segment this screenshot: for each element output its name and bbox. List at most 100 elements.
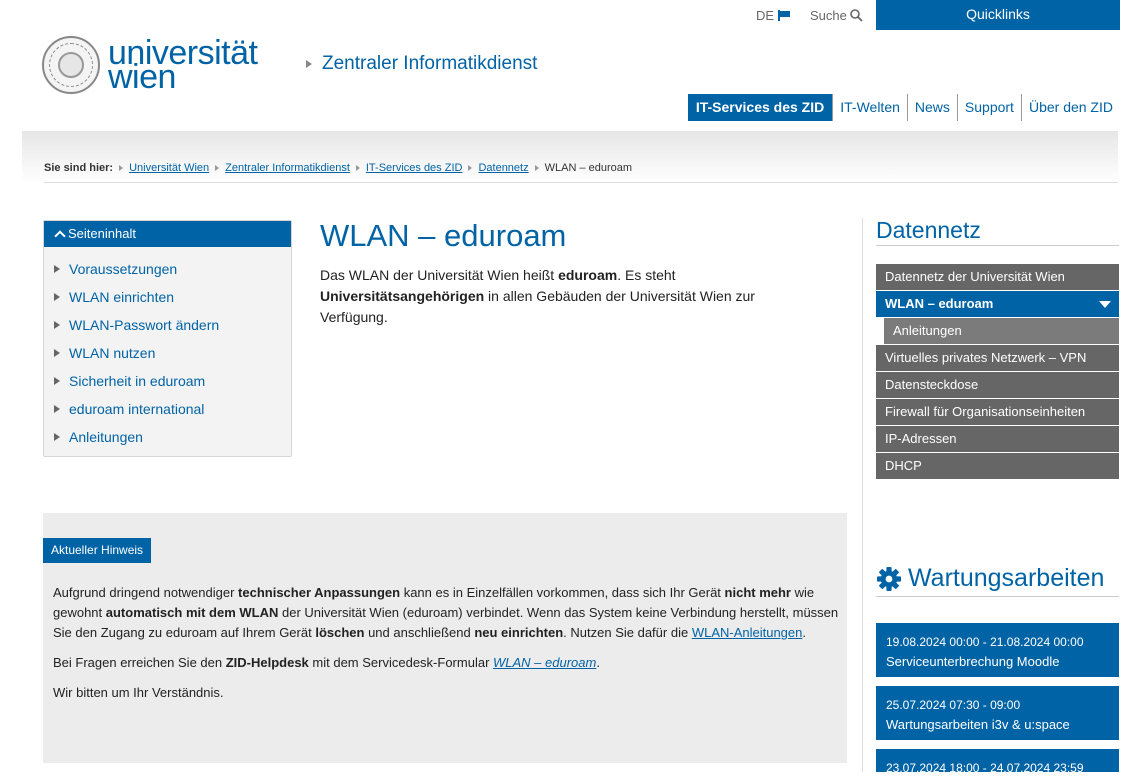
toc-item-sicherheit[interactable]: Sicherheit in eduroam xyxy=(44,367,291,395)
header-shadow-band xyxy=(22,131,1118,183)
university-seal-icon xyxy=(42,36,100,94)
notice-text: mit dem Servicedesk-Formular xyxy=(308,655,494,670)
sidebar-item-firewall[interactable]: Firewall für Organisationseinheiten xyxy=(876,399,1119,426)
intro-text: . Es steht xyxy=(617,267,676,283)
toc-item-label[interactable]: Voraussetzungen xyxy=(69,255,177,283)
sidebar-item-dhcp[interactable]: DHCP xyxy=(876,453,1119,480)
sidebar-title: Datennetz xyxy=(876,217,981,243)
notice-bold: technischer Anpassungen xyxy=(238,585,401,600)
toc-item-label[interactable]: eduroam international xyxy=(69,395,204,423)
page-contents-list: Voraussetzungen WLAN einrichten WLAN-Pas… xyxy=(44,255,291,451)
toc-item-voraussetzungen[interactable]: Voraussetzungen xyxy=(44,255,291,283)
maintenance-event[interactable]: 19.08.2024 00:00 - 21.08.2024 00:00 Serv… xyxy=(876,623,1119,677)
search-label[interactable]: Suche xyxy=(810,8,847,23)
page-contents-title[interactable]: Seiteninhalt xyxy=(68,221,136,247)
nav-support[interactable]: Support xyxy=(956,94,1021,121)
notice-body: Aufgrund dringend notwendiger technische… xyxy=(53,583,843,713)
caret-down-icon[interactable] xyxy=(1099,301,1111,308)
breadcrumb-item-datennetz[interactable]: Datennetz xyxy=(478,162,528,174)
breadcrumb-label: Sie sind hier: xyxy=(44,162,114,174)
triangle-right-icon xyxy=(54,405,60,413)
toc-item-label[interactable]: WLAN einrichten xyxy=(69,283,174,311)
sidebar-subitem-anleitungen[interactable]: Anleitungen xyxy=(884,318,1119,345)
triangle-right-icon xyxy=(54,265,60,273)
language-switch[interactable]: DE xyxy=(756,8,791,23)
breadcrumb-separator-icon xyxy=(468,165,473,171)
toc-item-label[interactable]: WLAN-Passwort ändern xyxy=(69,311,219,339)
breadcrumb-separator-icon xyxy=(355,165,360,171)
notice-paragraph-3: Wir bitten um Ihr Verständnis. xyxy=(53,685,224,700)
event-date: 19.08.2024 00:00 - 21.08.2024 00:00 xyxy=(886,635,1084,649)
sidebar-item-label[interactable]: WLAN – eduroam xyxy=(885,296,993,311)
maintenance-event[interactable]: 25.07.2024 07:30 - 09:00 Wartungsarbeite… xyxy=(876,686,1119,740)
sidebar-item-wlan-eduroam[interactable]: WLAN – eduroam xyxy=(876,291,1119,318)
wlan-anleitungen-link[interactable]: WLAN-Anleitungen xyxy=(692,625,803,640)
breadcrumb-divider xyxy=(44,182,1118,183)
nav-ueber-den-zid[interactable]: Über den ZID xyxy=(1020,94,1120,121)
toc-item-international[interactable]: eduroam international xyxy=(44,395,291,423)
event-date: 23.07.2024 18:00 - 24.07.2024 23:59 xyxy=(886,761,1084,775)
breadcrumb-separator-icon xyxy=(534,165,539,171)
maintenance-title: Wartungsarbeiten xyxy=(908,564,1105,592)
search-link[interactable]: Suche xyxy=(810,8,863,23)
toc-item-anleitungen[interactable]: Anleitungen xyxy=(44,423,291,451)
notice-paragraph-2: Bei Fragen erreichen Sie den ZID-Helpdes… xyxy=(53,653,843,673)
toc-item-wlan-einrichten[interactable]: WLAN einrichten xyxy=(44,283,291,311)
current-notice-box: Aktueller Hinweis Aufgrund dringend notw… xyxy=(43,513,847,763)
event-title: Wartungsarbeiten i3v & u:space xyxy=(886,717,1070,732)
sidebar-title-rule xyxy=(876,245,1119,246)
toc-item-wlan-nutzen[interactable]: WLAN nutzen xyxy=(44,339,291,367)
nav-it-welten[interactable]: IT-Welten xyxy=(832,94,907,121)
toc-item-label[interactable]: Anleitungen xyxy=(69,423,143,451)
page-contents-box: Seiteninhalt Voraussetzungen WLAN einric… xyxy=(43,220,292,457)
quicklinks-button[interactable]: Quicklinks xyxy=(876,0,1120,30)
language-label[interactable]: DE xyxy=(756,8,774,23)
toc-item-label[interactable]: Sicherheit in eduroam xyxy=(69,367,205,395)
breadcrumb-item-universitaet-wien[interactable]: Universität Wien xyxy=(129,162,209,174)
maintenance-heading: Wartungsarbeiten xyxy=(876,564,1104,593)
search-icon xyxy=(850,9,863,22)
sidebar-item-datennetz-uni[interactable]: Datennetz der Universität Wien xyxy=(876,264,1119,291)
logo-wordmark: universität wien xyxy=(108,36,258,94)
main-navigation: IT-Services des ZID IT-Welten News Suppo… xyxy=(687,94,1120,121)
nav-news[interactable]: News xyxy=(906,94,957,121)
triangle-right-icon xyxy=(54,321,60,329)
notice-badge: Aktueller Hinweis xyxy=(43,538,152,563)
notice-text: . Nutzen Sie dafür die xyxy=(563,625,692,640)
notice-bold: ZID-Helpdesk xyxy=(225,655,309,670)
event-date: 25.07.2024 07:30 - 09:00 xyxy=(886,698,1021,712)
servicedesk-form-link[interactable]: WLAN – eduroam xyxy=(493,655,596,670)
triangle-right-icon xyxy=(54,349,60,357)
page-contents-toggle[interactable]: Seiteninhalt xyxy=(44,221,291,247)
breadcrumb: Sie sind hier: Universität Wien Zentrale… xyxy=(44,162,632,174)
notice-text: . xyxy=(802,625,806,640)
notice-bold: nicht mehr xyxy=(724,585,791,600)
triangle-right-icon xyxy=(54,293,60,301)
intro-bold: Universitätsangehörigen xyxy=(320,288,485,304)
breadcrumb-separator-icon xyxy=(215,165,220,171)
breadcrumb-separator-icon xyxy=(119,165,124,171)
intro-bold: eduroam xyxy=(558,267,618,283)
breadcrumb-item-it-services[interactable]: IT-Services des ZID xyxy=(366,162,463,174)
maintenance-event[interactable]: 23.07.2024 18:00 - 24.07.2024 23:59 xyxy=(876,749,1119,775)
intro-text: Das WLAN der Universität Wien heißt xyxy=(320,267,559,283)
sidebar-item-vpn[interactable]: Virtuelles privates Netzwerk – VPN xyxy=(876,345,1119,372)
triangle-right-icon xyxy=(54,433,60,441)
sidebar-item-ip-adressen[interactable]: IP-Adressen xyxy=(876,426,1119,453)
subsite-title[interactable]: Zentraler Informatikdienst xyxy=(322,53,537,75)
notice-bold: löschen xyxy=(315,625,365,640)
toc-item-label[interactable]: WLAN nutzen xyxy=(69,339,155,367)
notice-bold: automatisch mit dem WLAN xyxy=(105,605,279,620)
flag-icon xyxy=(778,10,791,21)
toc-item-passwort-aendern[interactable]: WLAN-Passwort ändern xyxy=(44,311,291,339)
sidebar-navigation: Datennetz der Universität Wien WLAN – ed… xyxy=(876,264,1119,480)
nav-it-services[interactable]: IT-Services des ZID xyxy=(687,94,833,121)
university-logo[interactable]: universität wien xyxy=(42,36,258,94)
breadcrumb-current: WLAN – eduroam xyxy=(544,162,633,174)
subsite-link[interactable]: Zentraler Informatikdienst xyxy=(306,53,537,75)
maintenance-rule xyxy=(876,596,1119,597)
breadcrumb-item-zid[interactable]: Zentraler Informatikdienst xyxy=(225,162,350,174)
sidebar-item-datensteckdose[interactable]: Datensteckdose xyxy=(876,372,1119,399)
event-title: Serviceunterbrechung Moodle xyxy=(886,654,1060,669)
intro-paragraph: Das WLAN der Universität Wien heißt edur… xyxy=(320,265,790,328)
